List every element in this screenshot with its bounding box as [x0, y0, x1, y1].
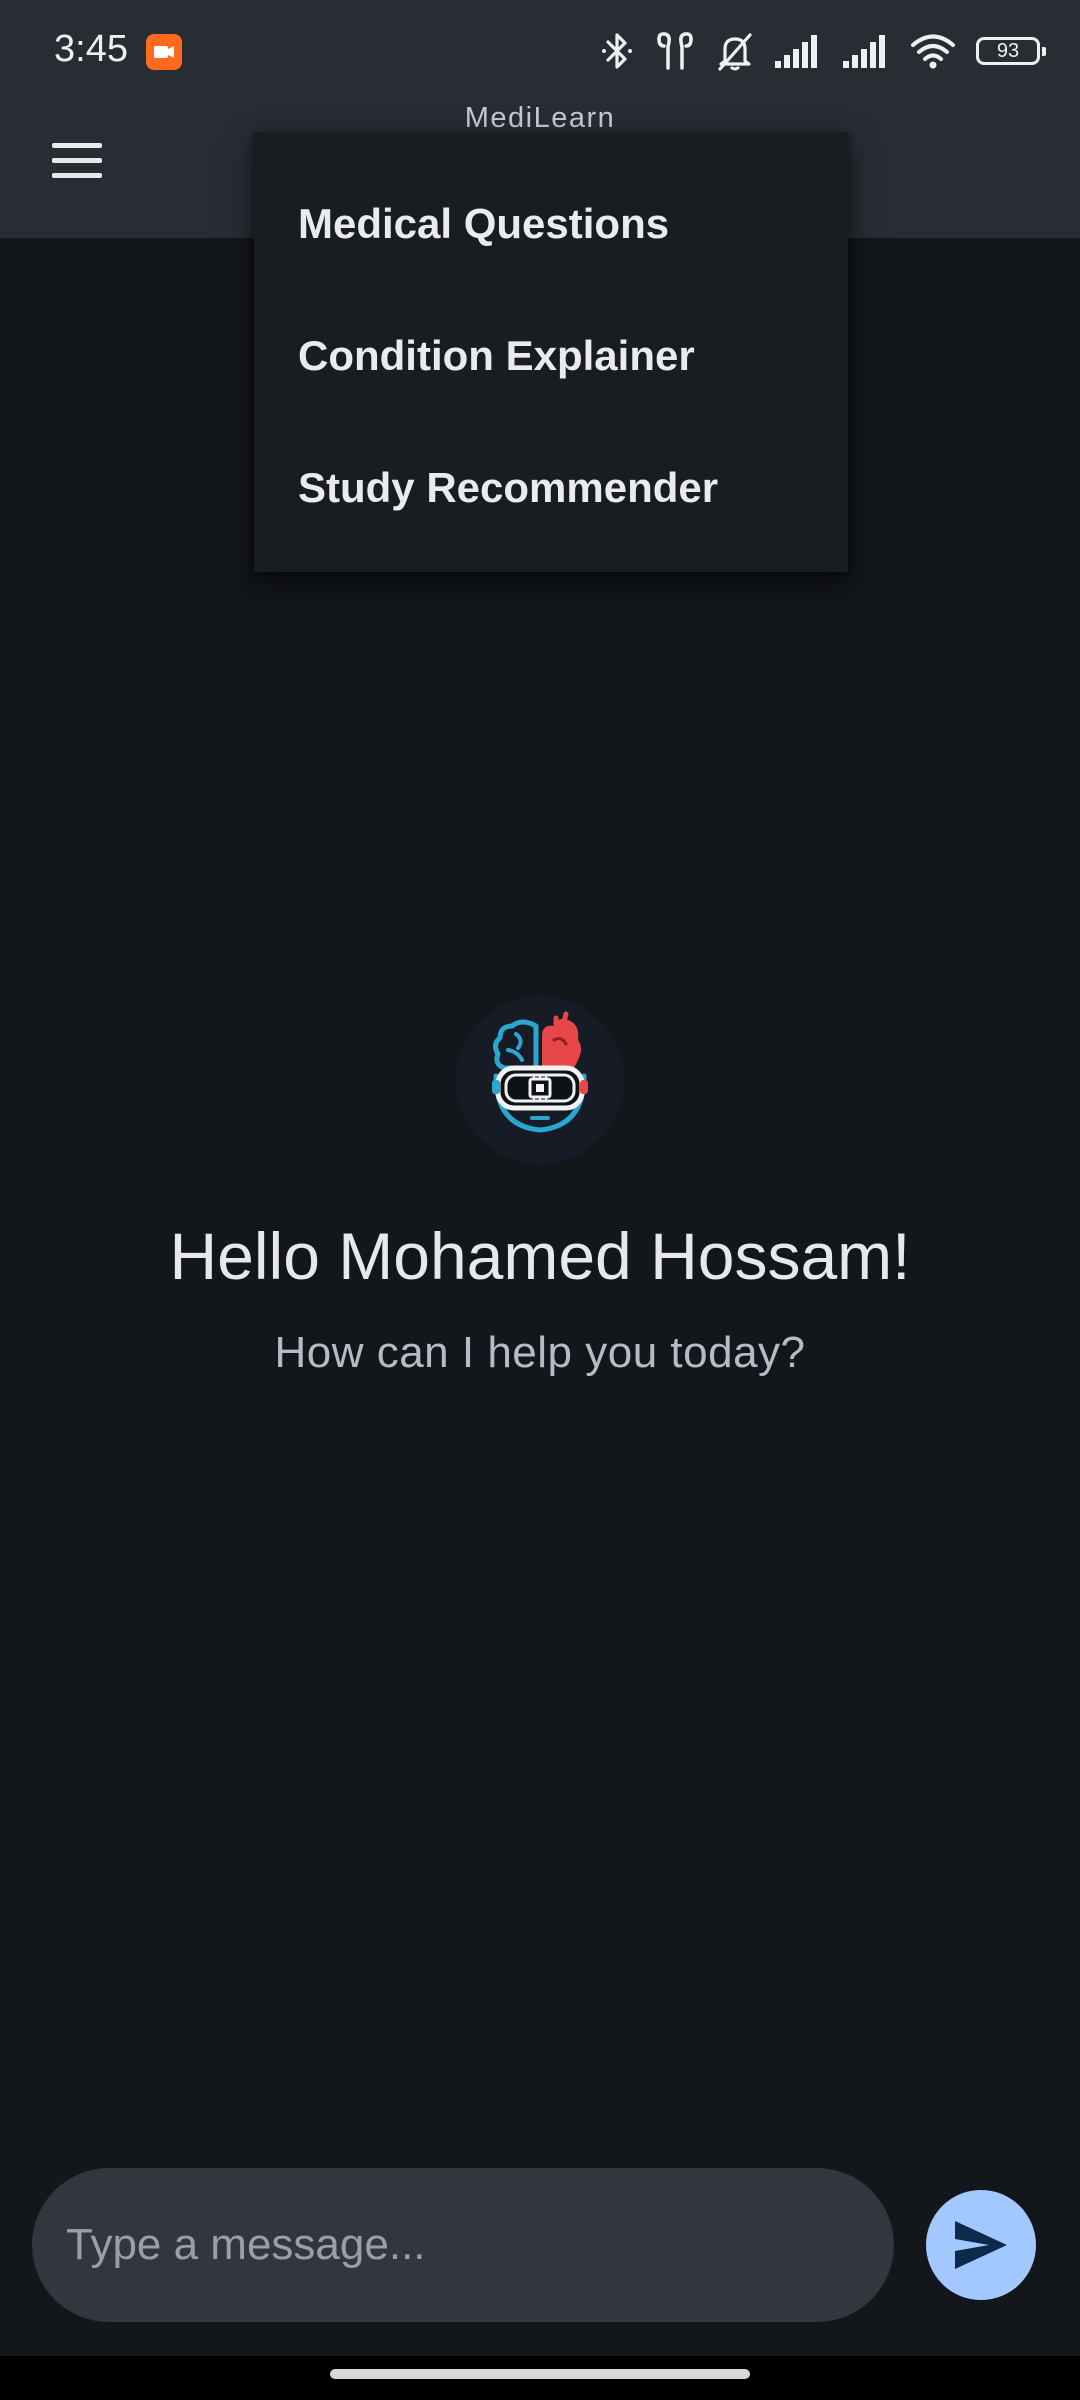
- status-time: 3:45: [54, 28, 128, 70]
- wifi-icon: [911, 34, 955, 69]
- signal-icon: [775, 35, 817, 68]
- earbuds-icon: [657, 32, 693, 70]
- bluetooth-icon: [602, 33, 632, 69]
- status-icons: 93: [600, 28, 1046, 74]
- brain-heart-vr-logo-icon: [456, 996, 624, 1164]
- message-input[interactable]: [32, 2168, 894, 2322]
- mode-dropdown-menu: Medical Questions Condition Explainer St…: [254, 132, 848, 572]
- status-bar: 3:45 93: [0, 0, 1080, 104]
- home-indicator[interactable]: [330, 2369, 750, 2379]
- send-button[interactable]: [926, 2190, 1036, 2300]
- menu-item-medical-questions[interactable]: Medical Questions: [254, 158, 848, 290]
- menu-item-study-recommender[interactable]: Study Recommender: [254, 422, 848, 554]
- menu-item-condition-explainer[interactable]: Condition Explainer: [254, 290, 848, 422]
- screen-record-icon: [146, 34, 182, 70]
- greeting-title: Hello Mohamed Hossam!: [169, 1219, 911, 1293]
- message-composer: [32, 2168, 894, 2322]
- greeting-subtitle: How can I help you today?: [274, 1328, 806, 1377]
- bell-off-icon: [718, 33, 752, 71]
- signal-icon: [843, 35, 885, 68]
- battery-icon: 93: [976, 37, 1046, 65]
- battery-level: 93: [996, 40, 1020, 62]
- app-title: MediLearn: [464, 102, 616, 134]
- hamburger-menu-icon[interactable]: [46, 132, 108, 188]
- chat-screen: 3:45 93 MediLearn Medical Questions Cond…: [0, 0, 1080, 2400]
- send-icon: [955, 2221, 1007, 2269]
